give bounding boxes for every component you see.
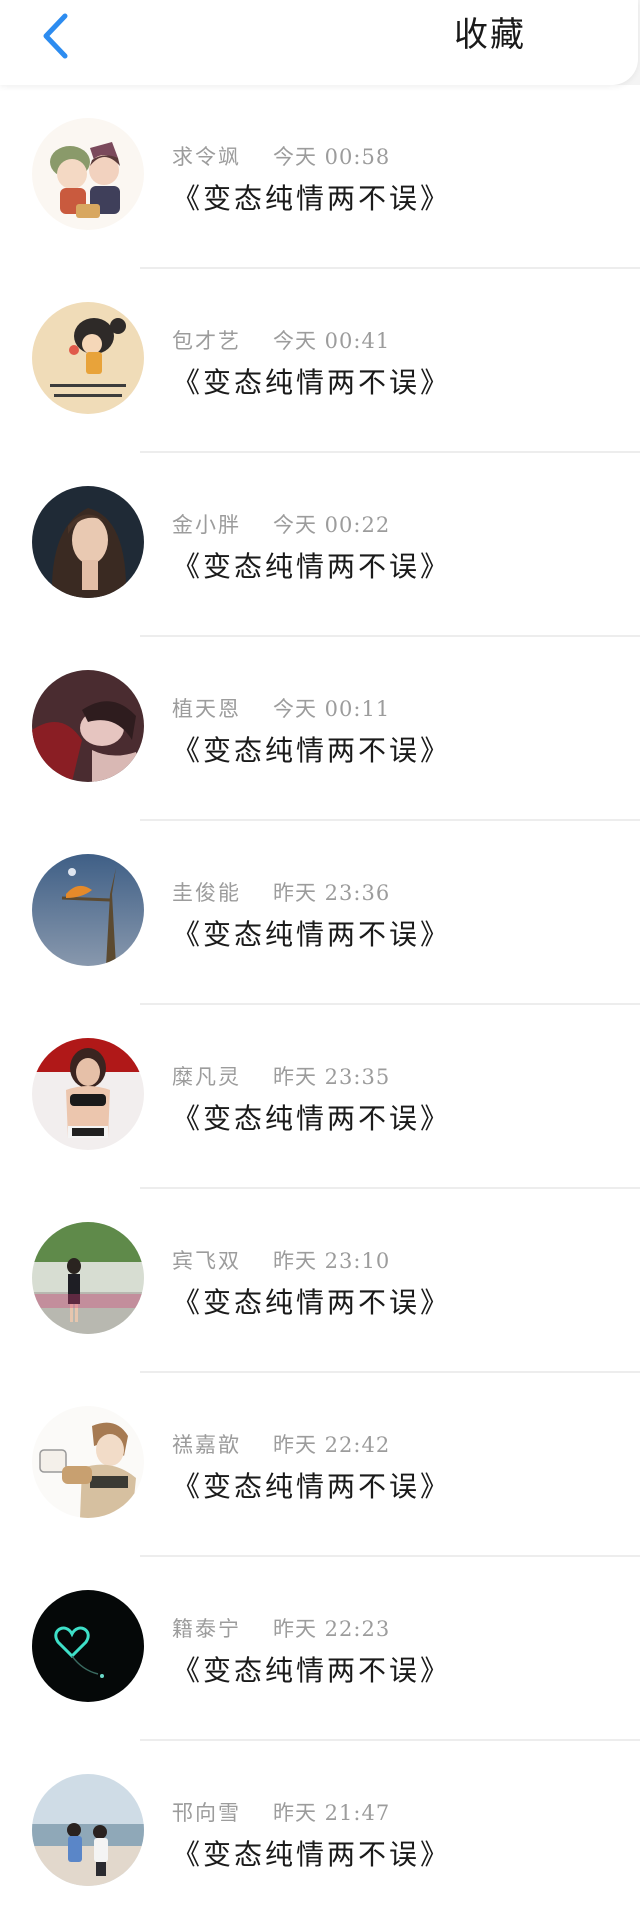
work-title[interactable]: 《变态纯情两不误》 xyxy=(172,1465,451,1505)
work-title[interactable]: 《变态纯情两不误》 xyxy=(172,177,451,217)
timestamp: 昨天 23:36 xyxy=(273,881,391,905)
work-title[interactable]: 《变态纯情两不误》 xyxy=(172,545,451,585)
user-name: 宾飞双 xyxy=(172,1249,241,1273)
anime-boy-cup-avatar[interactable] xyxy=(32,1406,144,1518)
list-item[interactable]: 邗向雪 昨天 21:47 《变态纯情两不误》 xyxy=(0,1741,640,1915)
chevron-left-icon xyxy=(43,13,68,59)
favorites-page: 收藏 求令飒 今天 00:58 《变态纯情两不误》 包才艺 今天 00:41 《… xyxy=(0,0,640,1915)
item-meta: 宾飞双 昨天 23:10 xyxy=(172,1245,390,1275)
woman-red-avatar[interactable] xyxy=(32,670,144,782)
top-navigation-bar: 收藏 xyxy=(0,0,638,85)
user-name: 禚嘉歆 xyxy=(172,1433,241,1457)
user-name: 圭俊能 xyxy=(172,881,241,905)
page-title: 收藏 xyxy=(454,15,526,55)
timestamp: 昨天 23:35 xyxy=(273,1065,391,1089)
favorites-list: 求令飒 今天 00:58 《变态纯情两不误》 包才艺 今天 00:41 《变态纯… xyxy=(0,85,640,1915)
user-name: 金小胖 xyxy=(172,513,241,537)
work-title[interactable]: 《变态纯情两不误》 xyxy=(172,1649,451,1689)
work-title[interactable]: 《变态纯情两不误》 xyxy=(172,913,451,953)
timestamp: 昨天 23:10 xyxy=(273,1249,391,1273)
timestamp: 昨天 22:23 xyxy=(273,1617,391,1641)
bird-branch-avatar[interactable] xyxy=(32,854,144,966)
user-name: 植天恩 xyxy=(172,697,241,721)
work-title[interactable]: 《变态纯情两不误》 xyxy=(172,1833,451,1873)
woman-portrait-avatar[interactable] xyxy=(32,486,144,598)
list-item[interactable]: 圭俊能 昨天 23:36 《变态纯情两不误》 xyxy=(0,821,640,1005)
beach-couple-avatar[interactable] xyxy=(32,1774,144,1886)
item-meta: 金小胖 今天 00:22 xyxy=(172,509,390,539)
work-title[interactable]: 《变态纯情两不误》 xyxy=(172,729,451,769)
girl-garden-avatar[interactable] xyxy=(32,1222,144,1334)
work-title[interactable]: 《变态纯情两不误》 xyxy=(172,1281,451,1321)
list-item[interactable]: 金小胖 今天 00:22 《变态纯情两不误》 xyxy=(0,453,640,637)
list-item[interactable]: 糜凡灵 昨天 23:35 《变态纯情两不误》 xyxy=(0,1005,640,1189)
woman-bikini-avatar[interactable] xyxy=(32,1038,144,1150)
user-name: 籍泰宁 xyxy=(172,1617,241,1641)
user-name: 包才艺 xyxy=(172,329,241,353)
list-item[interactable]: 求令飒 今天 00:58 《变态纯情两不误》 xyxy=(0,85,640,269)
timestamp: 今天 00:11 xyxy=(273,697,391,721)
list-item[interactable]: 籍泰宁 昨天 22:23 《变态纯情两不误》 xyxy=(0,1557,640,1741)
item-meta: 糜凡灵 昨天 23:35 xyxy=(172,1061,390,1091)
item-meta: 禚嘉歆 昨天 22:42 xyxy=(172,1429,390,1459)
item-meta: 圭俊能 昨天 23:36 xyxy=(172,877,390,907)
list-item[interactable]: 宾飞双 昨天 23:10 《变态纯情两不误》 xyxy=(0,1189,640,1373)
item-meta: 求令飒 今天 00:58 xyxy=(172,141,390,171)
back-button[interactable] xyxy=(36,8,76,64)
timestamp: 昨天 22:42 xyxy=(273,1433,391,1457)
work-title[interactable]: 《变态纯情两不误》 xyxy=(172,361,451,401)
item-meta: 邗向雪 昨天 21:47 xyxy=(172,1797,390,1827)
item-meta: 植天恩 今天 00:11 xyxy=(172,693,390,723)
neon-heart-avatar[interactable] xyxy=(32,1590,144,1702)
work-title[interactable]: 《变态纯情两不误》 xyxy=(172,1097,451,1137)
item-meta: 包才艺 今天 00:41 xyxy=(172,325,390,355)
cartoon-girl-text-avatar[interactable] xyxy=(32,302,144,414)
timestamp: 今天 00:22 xyxy=(273,513,391,537)
list-item[interactable]: 包才艺 今天 00:41 《变态纯情两不误》 xyxy=(0,269,640,453)
user-name: 糜凡灵 xyxy=(172,1065,241,1089)
timestamp: 昨天 21:47 xyxy=(273,1801,391,1825)
timestamp: 今天 00:58 xyxy=(273,145,391,169)
item-meta: 籍泰宁 昨天 22:23 xyxy=(172,1613,390,1643)
list-item[interactable]: 植天恩 今天 00:11 《变态纯情两不误》 xyxy=(0,637,640,821)
anime-couple-avatar[interactable] xyxy=(32,118,144,230)
user-name: 邗向雪 xyxy=(172,1801,241,1825)
user-name: 求令飒 xyxy=(172,145,241,169)
list-item[interactable]: 禚嘉歆 昨天 22:42 《变态纯情两不误》 xyxy=(0,1373,640,1557)
timestamp: 今天 00:41 xyxy=(273,329,391,353)
